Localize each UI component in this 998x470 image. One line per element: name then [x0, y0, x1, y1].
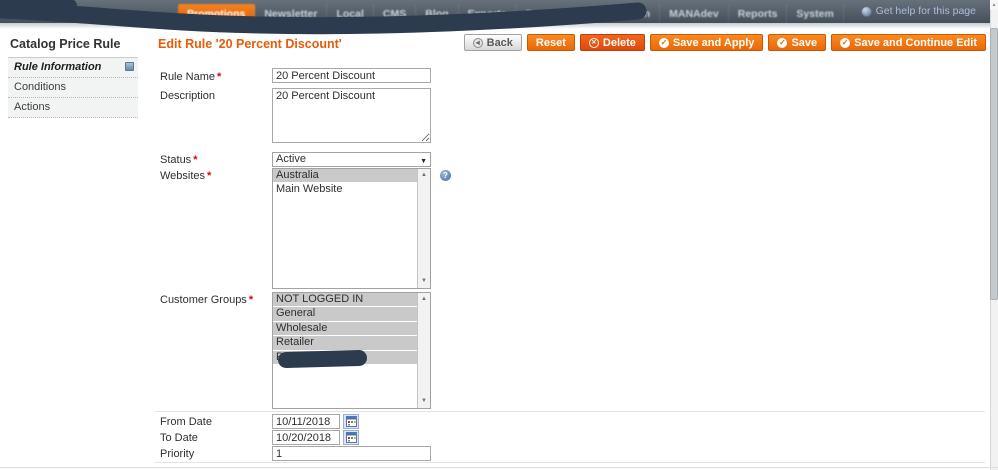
select-option[interactable]: NOT LOGGED IN — [273, 293, 417, 308]
delete-button[interactable]: ✕ Delete — [579, 34, 645, 51]
status-label: Status * — [160, 154, 198, 166]
section-active-icon — [125, 62, 134, 71]
help-link-label: Get help for this page — [875, 5, 976, 17]
sidebar-title: Catalog Price Rule — [8, 36, 138, 58]
nav-item-facebook-ads-extension[interactable]: Facebook Ads Extension — [517, 4, 661, 23]
delete-icon: ✕ — [588, 37, 599, 48]
header-button-bar: ◂ Back Reset ✕ Delete ✓ Save and Apply ✓… — [463, 34, 986, 51]
customer-groups-label: Customer Groups * — [160, 294, 254, 306]
priority-label: Priority — [160, 448, 195, 460]
sidebar-item-label: Actions — [14, 101, 51, 113]
scroll-down-icon[interactable]: ▼ — [418, 396, 430, 407]
select-option[interactable]: Retailer — [273, 336, 417, 351]
save-check-icon: ✓ — [840, 37, 851, 48]
nav-item-promotions[interactable]: Promotions — [178, 4, 256, 23]
from-date-label: From Date — [160, 416, 212, 428]
description-label: Description — [160, 90, 216, 102]
websites-multiselect[interactable]: Australia Main Website ▲ ▼ — [272, 168, 431, 289]
sidebar-item-rule-information[interactable]: Rule Information — [8, 58, 138, 78]
nav-item-newsletter[interactable]: Newsletter — [255, 4, 328, 23]
to-date-label: To Date — [160, 432, 198, 444]
websites-options: Australia Main Website — [273, 169, 417, 288]
save-check-icon: ✓ — [658, 37, 669, 48]
page-scrollbar[interactable]: ▲ — [990, 0, 998, 470]
admin-page: Promotions Newsletter Local CMS Blog Exports F… — [0, 0, 998, 470]
nav-item-cms[interactable]: CMS — [374, 4, 417, 23]
nav-item-reports[interactable]: Reports — [729, 4, 788, 23]
globe-help-icon — [860, 5, 872, 17]
rule-name-input[interactable] — [272, 68, 431, 83]
scroll-down-icon[interactable]: ▼ — [418, 276, 430, 287]
back-button[interactable]: ◂ Back — [463, 34, 522, 51]
select-option[interactable]: Main Website — [273, 183, 417, 198]
scroll-up-icon[interactable]: ▲ — [990, 0, 998, 10]
customer-groups-scrollbar[interactable]: ▲ ▼ — [417, 293, 430, 408]
save-and-apply-button[interactable]: ✓ Save and Apply — [649, 34, 764, 51]
save-button[interactable]: ✓ Save — [768, 34, 827, 51]
sidebar-item-actions[interactable]: Actions — [8, 98, 138, 118]
nav-item-system[interactable]: System — [787, 4, 844, 23]
help-link[interactable]: Get help for this page — [860, 5, 976, 17]
page-title: Edit Rule '20 Percent Discount' — [158, 37, 342, 51]
chevron-down-icon: ▼ — [420, 158, 427, 165]
scroll-up-icon[interactable]: ▲ — [418, 170, 430, 181]
sidebar: Catalog Price Rule Rule Information Cond… — [8, 36, 138, 118]
description-textarea[interactable]: 20 Percent Discount — [272, 88, 431, 143]
scroll-up-icon[interactable]: ▲ — [418, 294, 430, 305]
nav-item-blog[interactable]: Blog — [416, 4, 459, 23]
status-selected-value: Active — [276, 153, 306, 165]
sidebar-item-conditions[interactable]: Conditions — [8, 78, 138, 98]
top-nav-bar: Promotions Newsletter Local CMS Blog Exports F… — [0, 0, 990, 23]
content-bottom-border — [0, 467, 998, 468]
from-date-input[interactable] — [272, 414, 340, 429]
top-bar-shadow — [0, 23, 990, 29]
scrollbar-thumb[interactable] — [990, 28, 998, 300]
from-date-calendar-button[interactable] — [343, 414, 359, 429]
calendar-icon — [345, 432, 357, 443]
redaction-blob — [277, 349, 368, 369]
main-nav: Promotions Newsletter Local CMS Blog Exports F… — [178, 4, 844, 23]
save-check-icon: ✓ — [777, 37, 788, 48]
to-date-calendar-button[interactable] — [343, 430, 359, 445]
nav-item-exports[interactable]: Exports — [459, 4, 517, 23]
priority-input[interactable] — [272, 446, 431, 461]
websites-scrollbar[interactable]: ▲ ▼ — [417, 169, 430, 288]
back-icon: ◂ — [472, 37, 483, 48]
nav-item-manadev[interactable]: MANAdev — [660, 4, 729, 23]
section-divider — [155, 462, 985, 463]
to-date-input[interactable] — [272, 430, 340, 445]
sidebar-item-label: Rule Information — [14, 61, 102, 73]
websites-label: Websites * — [160, 170, 212, 182]
status-select[interactable]: Active ▼ — [272, 152, 431, 167]
rule-name-label: Rule Name * — [160, 71, 222, 83]
nav-item-local[interactable]: Local — [327, 4, 374, 23]
sidebar-item-label: Conditions — [14, 81, 66, 93]
select-option[interactable]: General — [273, 307, 417, 322]
reset-button[interactable]: Reset — [526, 34, 575, 51]
section-divider — [155, 411, 985, 412]
select-option[interactable]: Australia — [273, 169, 417, 184]
save-and-continue-button[interactable]: ✓ Save and Continue Edit — [831, 34, 986, 51]
websites-help-icon[interactable]: ? — [440, 170, 451, 181]
calendar-icon — [345, 416, 357, 427]
select-option[interactable]: Wholesale — [273, 321, 417, 337]
